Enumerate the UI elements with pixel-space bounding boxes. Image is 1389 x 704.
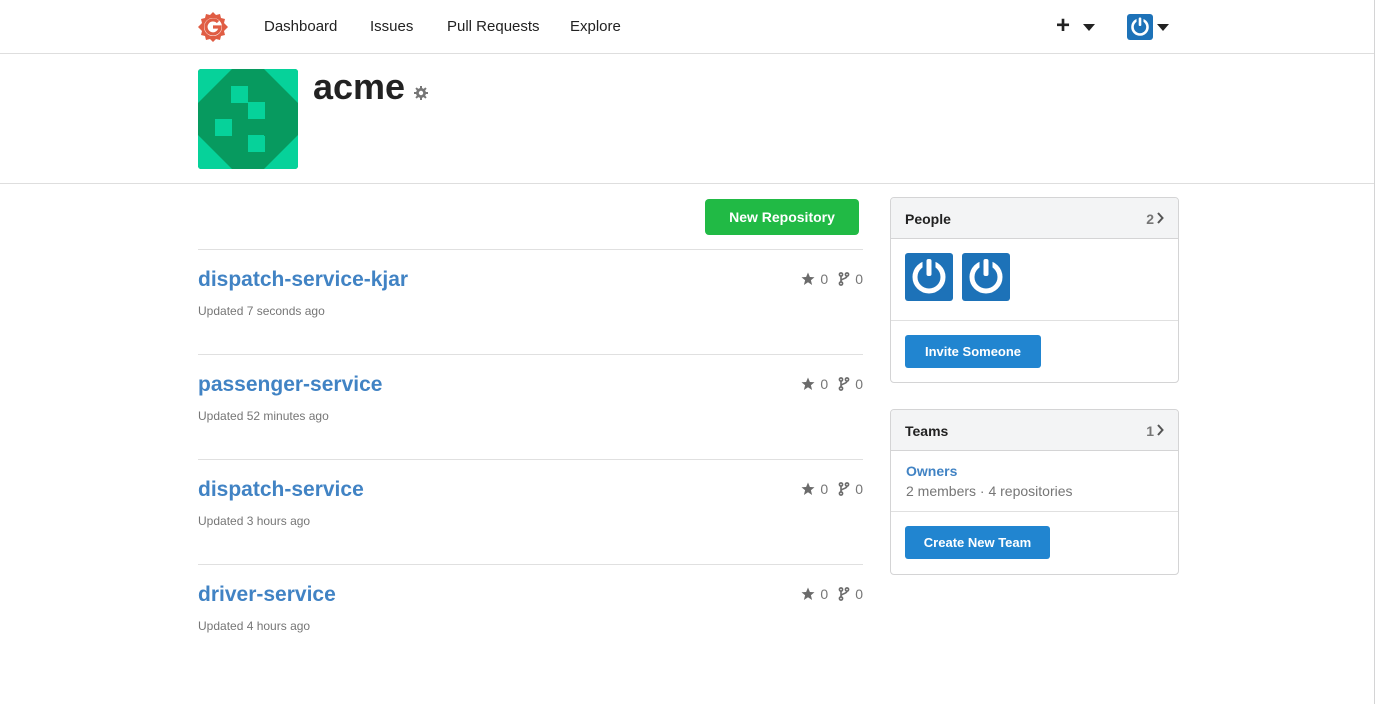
power-icon bbox=[969, 258, 1003, 294]
star-count: 0 bbox=[801, 376, 828, 392]
repo-updated-time: Updated 52 minutes ago bbox=[198, 409, 329, 423]
fork-icon bbox=[838, 587, 850, 601]
fork-icon bbox=[838, 482, 850, 496]
user-avatar bbox=[1127, 14, 1153, 40]
teams-count-link[interactable]: 1 bbox=[1146, 423, 1154, 439]
nav-pull-requests[interactable]: Pull Requests bbox=[447, 18, 540, 35]
power-icon bbox=[912, 258, 946, 294]
page-edge bbox=[1374, 0, 1375, 704]
new-repository-button[interactable]: New Repository bbox=[705, 199, 859, 235]
plus-icon: + bbox=[1056, 12, 1071, 39]
org-header: acme bbox=[0, 54, 1374, 184]
teams-title: Teams bbox=[905, 423, 949, 439]
nav-explore[interactable]: Explore bbox=[570, 18, 621, 35]
star-icon bbox=[801, 482, 815, 495]
repo-list-item: driver-service Updated 4 hours ago 0 0 bbox=[198, 564, 863, 669]
gear-icon[interactable] bbox=[413, 85, 429, 101]
repo-updated-time: Updated 4 hours ago bbox=[198, 619, 311, 633]
member-avatar[interactable] bbox=[962, 253, 1010, 301]
repo-updated-time: Updated 7 seconds ago bbox=[198, 304, 325, 318]
teams-card-header: Teams 1 bbox=[891, 410, 1178, 451]
repo-name-link[interactable]: dispatch-service-kjar bbox=[198, 268, 408, 292]
fork-icon bbox=[838, 272, 850, 286]
teams-actions: Create New Team bbox=[891, 512, 1178, 574]
people-count-link[interactable]: 2 bbox=[1146, 211, 1154, 227]
star-icon bbox=[801, 272, 815, 285]
top-navbar: Dashboard Issues Pull Requests Explore + bbox=[0, 0, 1374, 54]
power-icon bbox=[1131, 17, 1149, 36]
repo-list-item: passenger-service Updated 52 minutes ago… bbox=[198, 354, 863, 459]
nav-dashboard[interactable]: Dashboard bbox=[264, 18, 337, 35]
people-actions: Invite Someone bbox=[891, 321, 1178, 382]
team-list-item: Owners 2 members · 4 repositories bbox=[891, 451, 1178, 512]
fork-count: 0 bbox=[838, 481, 863, 497]
star-icon bbox=[801, 377, 815, 390]
nav-issues[interactable]: Issues bbox=[370, 18, 413, 35]
fork-count: 0 bbox=[838, 376, 863, 392]
org-name: acme bbox=[313, 66, 406, 107]
people-card: People 2 Invite Someone bbox=[890, 197, 1179, 383]
repo-name-link[interactable]: passenger-service bbox=[198, 373, 382, 397]
chevron-right-icon[interactable] bbox=[1156, 424, 1164, 436]
invite-someone-button[interactable]: Invite Someone bbox=[905, 335, 1041, 368]
repo-name-link[interactable]: dispatch-service bbox=[198, 478, 364, 502]
teams-card: Teams 1 Owners 2 members · 4 repositorie… bbox=[890, 409, 1179, 575]
people-card-header: People 2 bbox=[891, 198, 1178, 239]
fork-count: 0 bbox=[838, 586, 863, 602]
repo-list-item: dispatch-service-kjar Updated 7 seconds … bbox=[198, 249, 863, 354]
chevron-down-icon bbox=[1083, 24, 1095, 31]
star-icon bbox=[801, 587, 815, 600]
people-avatars bbox=[891, 239, 1178, 321]
org-avatar bbox=[198, 69, 298, 169]
star-count: 0 bbox=[801, 586, 828, 602]
fork-count: 0 bbox=[838, 271, 863, 287]
repo-stats: 0 0 bbox=[801, 376, 863, 392]
people-title: People bbox=[905, 211, 951, 227]
chevron-down-icon bbox=[1157, 24, 1169, 31]
create-new-team-button[interactable]: Create New Team bbox=[905, 526, 1050, 559]
team-name-link[interactable]: Owners bbox=[906, 463, 957, 479]
repo-name-link[interactable]: driver-service bbox=[198, 583, 336, 607]
chevron-right-icon[interactable] bbox=[1156, 212, 1164, 224]
team-meta: 2 members · 4 repositories bbox=[906, 483, 1073, 499]
repo-stats: 0 0 bbox=[801, 481, 863, 497]
fork-icon bbox=[838, 377, 850, 391]
star-count: 0 bbox=[801, 481, 828, 497]
member-avatar[interactable] bbox=[905, 253, 953, 301]
star-count: 0 bbox=[801, 271, 828, 287]
repo-stats: 0 0 bbox=[801, 586, 863, 602]
repo-stats: 0 0 bbox=[801, 271, 863, 287]
repo-list-item: dispatch-service Updated 3 hours ago 0 0 bbox=[198, 459, 863, 564]
repository-list: dispatch-service-kjar Updated 7 seconds … bbox=[198, 249, 863, 669]
gitea-logo-icon[interactable] bbox=[197, 11, 229, 43]
repo-updated-time: Updated 3 hours ago bbox=[198, 514, 311, 528]
